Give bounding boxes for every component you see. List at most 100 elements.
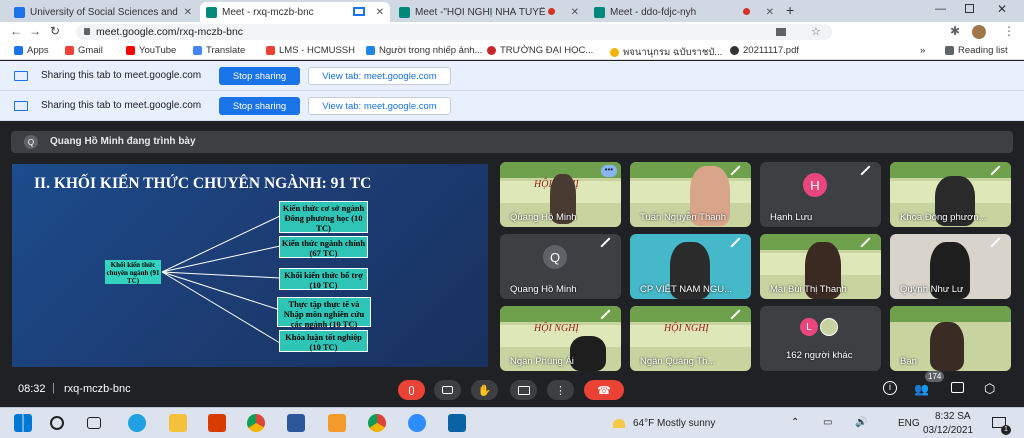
- reading-list[interactable]: Reading list: [945, 45, 1008, 56]
- bookmark-youtube[interactable]: YouTube: [126, 45, 176, 56]
- clock-date[interactable]: 03/12/2021: [923, 425, 973, 436]
- back-icon[interactable]: ←: [10, 24, 22, 38]
- presenting-banner: Q Quang Hồ Minh đang trình bày: [11, 131, 1013, 153]
- bookmark-lms[interactable]: LMS - HCMUSSH: [266, 45, 355, 56]
- participant-name: CP VIỆT NAM NGU...: [640, 284, 733, 295]
- participant-name: Ngân Quảng Th...: [640, 356, 716, 367]
- photos-icon[interactable]: [448, 414, 466, 432]
- screen-share-icon: [14, 71, 28, 81]
- screen-share-icon: [14, 101, 28, 111]
- view-tab-button[interactable]: View tab: meet.google.com: [308, 67, 451, 85]
- bookmark-dictionary[interactable]: พจนานุกรม ฉบับราชบั...: [610, 45, 722, 60]
- bookmark-translate[interactable]: Translate: [193, 45, 245, 56]
- more-options-icon[interactable]: •••: [601, 165, 617, 177]
- self-view-tile[interactable]: Bạn: [890, 306, 1011, 371]
- participant-tile[interactable]: HỘI NGHỊ Ngân Quảng Th...: [630, 306, 751, 371]
- language-indicator[interactable]: ENG: [898, 418, 920, 429]
- close-icon[interactable]: ✕: [766, 7, 774, 18]
- bookmark-pdf[interactable]: 20211117.pdf: [730, 45, 799, 56]
- tab-university[interactable]: University of Social Sciences and ✕: [8, 2, 198, 22]
- translate-icon: [193, 46, 202, 55]
- presenting-label: Quang Hồ Minh đang trình bày: [50, 136, 196, 147]
- more-participants-tile[interactable]: L 162 người khác: [760, 306, 881, 371]
- tab-label: University of Social Sciences and: [30, 6, 178, 18]
- bookmark-apps[interactable]: Apps: [14, 45, 49, 56]
- photo-site-icon: [366, 46, 375, 55]
- task-view-icon[interactable]: [87, 417, 101, 429]
- mic-off-icon: [860, 165, 878, 183]
- bookmark-label: YouTube: [139, 45, 177, 56]
- bookmark-gmail[interactable]: Gmail: [65, 45, 103, 56]
- office-icon[interactable]: [208, 414, 226, 432]
- close-window-icon[interactable]: ✕: [997, 2, 1007, 16]
- mic-off-icon: [990, 237, 1008, 255]
- tab-meet-active[interactable]: Meet - rxq-mczb-bnc ✕: [200, 2, 390, 22]
- chrome-icon[interactable]: [247, 414, 265, 432]
- participant-tile[interactable]: Q Quang Hồ Minh: [500, 234, 621, 299]
- profile-avatar[interactable]: [972, 25, 986, 39]
- search-icon[interactable]: [50, 416, 64, 430]
- participant-tile[interactable]: HỘI NGHỊ Quang Hồ Minh •••: [500, 162, 621, 227]
- bookmark-nguoi[interactable]: Người trong nhiếp ảnh...: [366, 45, 482, 56]
- activities-icon[interactable]: ⬡: [984, 381, 995, 397]
- star-icon[interactable]: ☆: [811, 25, 821, 38]
- extensions-icon[interactable]: ✱: [950, 24, 960, 38]
- minimize-icon[interactable]: —: [935, 3, 946, 15]
- participant-tile[interactable]: Tuấn Nguyễn Thanh: [630, 162, 751, 227]
- meeting-info-icon[interactable]: i: [883, 381, 897, 395]
- participant-tile[interactable]: Mai Bùi Thị Thanh: [760, 234, 881, 299]
- present-now-button[interactable]: [510, 380, 537, 400]
- address-bar[interactable]: meet.google.com/rxq-mczb-bnc ☆: [76, 24, 832, 40]
- presentation-slide[interactable]: II. KHỐI KIẾN THỨC CHUYÊN NGÀNH: 91 TC K…: [12, 164, 488, 367]
- participant-tile[interactable]: Khoa Đông phươn...: [890, 162, 1011, 227]
- chat-icon[interactable]: [951, 382, 964, 393]
- windows-start-icon[interactable]: [14, 414, 32, 432]
- recording-icon: [548, 8, 555, 15]
- volume-icon[interactable]: 🔊: [855, 417, 867, 428]
- view-tab-button[interactable]: View tab: meet.google.com: [308, 97, 451, 115]
- word-icon[interactable]: [287, 414, 305, 432]
- clock-time[interactable]: 8:32 SA: [935, 411, 971, 422]
- camera-toggle-button[interactable]: [434, 380, 461, 400]
- tray-chevron-icon[interactable]: ⌃: [791, 417, 799, 428]
- share-bar: Sharing this tab to meet.google.com Stop…: [0, 91, 1024, 121]
- leave-call-button[interactable]: ☎: [584, 380, 624, 400]
- forward-icon[interactable]: →: [29, 24, 41, 38]
- menu-icon[interactable]: ⋮: [1003, 24, 1015, 38]
- lms-icon: [266, 46, 275, 55]
- restore-icon[interactable]: [965, 4, 974, 13]
- chrome-active-icon[interactable]: [368, 414, 386, 432]
- app-icon[interactable]: [328, 414, 346, 432]
- close-icon[interactable]: ✕: [376, 7, 384, 18]
- close-icon[interactable]: ✕: [571, 7, 579, 18]
- file-explorer-icon[interactable]: [169, 414, 187, 432]
- mic-toggle-button[interactable]: [398, 380, 425, 400]
- raise-hand-button[interactable]: ✋: [471, 380, 498, 400]
- tab-label: Meet - rxq-mczb-bnc: [222, 6, 314, 18]
- meet-favicon-icon: [206, 6, 217, 18]
- participant-tile[interactable]: Quỳnh Như Lư: [890, 234, 1011, 299]
- slide-box: Kiến thức cơ sở ngành Đông phương học (1…: [279, 201, 368, 233]
- more-options-button[interactable]: ⋮: [547, 380, 574, 400]
- bookmarks-more[interactable]: »: [920, 45, 925, 56]
- close-icon[interactable]: ✕: [184, 7, 192, 18]
- reading-list-label: Reading list: [958, 45, 1008, 56]
- separator: |: [52, 382, 55, 394]
- network-icon[interactable]: ▭: [823, 417, 832, 428]
- participant-tile[interactable]: CP VIỆT NAM NGU...: [630, 234, 751, 299]
- tab-meet-hoi-nghi[interactable]: Meet -"HỘI NGHỊ NHÀ TUYỂ ✕: [393, 2, 585, 22]
- slide-box: Kiến thức ngành chính (67 TC): [279, 236, 368, 258]
- reload-icon[interactable]: ↻: [50, 24, 60, 38]
- tab-meet-ddo[interactable]: Meet - ddo-fdjc-nyh ✕: [588, 2, 780, 22]
- bookmark-truong[interactable]: TRƯỜNG ĐẠI HỌC...: [487, 45, 593, 56]
- zoom-icon[interactable]: [408, 414, 426, 432]
- banner-title: HỘI NGHỊ: [664, 323, 709, 334]
- new-tab-icon[interactable]: +: [786, 2, 794, 18]
- participant-tile[interactable]: H Hạnh Lưu: [760, 162, 881, 227]
- stop-sharing-button[interactable]: Stop sharing: [219, 97, 300, 115]
- edge-icon[interactable]: [128, 414, 146, 432]
- people-icon[interactable]: 👥: [914, 382, 929, 396]
- stop-sharing-button[interactable]: Stop sharing: [219, 67, 300, 85]
- participant-tile[interactable]: HỘI NGHỊ Ngân Phùng Ái: [500, 306, 621, 371]
- weather-text[interactable]: 64°F Mostly sunny: [633, 418, 715, 429]
